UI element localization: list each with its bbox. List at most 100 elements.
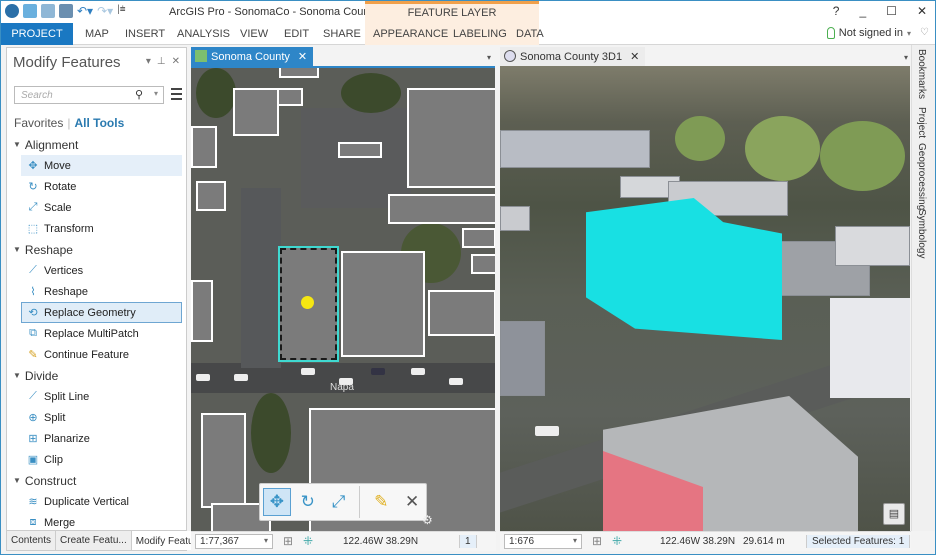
building-footprint[interactable]: [191, 126, 217, 168]
building-footprint[interactable]: [471, 254, 495, 274]
building-footprint[interactable]: [279, 68, 319, 78]
search-options-chevron-icon[interactable]: ▾: [154, 89, 158, 98]
tab-sonoma-county-3d[interactable]: Sonoma County 3D1 ✕: [500, 47, 646, 66]
building-footprint[interactable]: [279, 88, 303, 106]
close-pane-icon[interactable]: ✕: [172, 56, 180, 67]
group-divide[interactable]: ▼ Divide: [7, 365, 186, 386]
building-footprint[interactable]: [191, 280, 213, 342]
scale-tool-button[interactable]: ⤢: [325, 488, 353, 516]
feedback-heart-icon[interactable]: ♡: [920, 27, 929, 38]
add-grid-icon[interactable]: ⊞: [592, 534, 602, 548]
tool-vertices[interactable]: ⟋ Vertices: [21, 260, 182, 281]
building-3d[interactable]: [830, 298, 910, 398]
search-icon[interactable]: ⚲: [135, 88, 143, 101]
toolbar-options-gear-icon[interactable]: ⚙: [422, 513, 433, 527]
tool-split-line[interactable]: ⟋ Split Line: [21, 386, 182, 407]
maximize-button[interactable]: ☐: [886, 4, 897, 18]
dock-tab-bookmarks[interactable]: Bookmarks: [916, 49, 927, 99]
tool-split[interactable]: ⊕ Split: [21, 407, 182, 428]
tab-contents[interactable]: Contents: [7, 531, 57, 550]
scale-selector[interactable]: 1:676 ▾: [504, 534, 582, 549]
group-alignment[interactable]: ▼ Alignment: [7, 134, 186, 155]
undo-icon[interactable]: ↶▾: [77, 4, 93, 18]
tab-create-features[interactable]: Create Featu...: [56, 531, 132, 550]
building-footprint[interactable]: [341, 251, 425, 357]
filter-favorites[interactable]: Favorites: [14, 116, 63, 130]
menu-icon[interactable]: [171, 88, 182, 100]
group-construct[interactable]: ▼ Construct: [7, 470, 186, 491]
tool-replace-geometry[interactable]: ⟲ Replace Geometry: [21, 302, 182, 323]
building-footprint[interactable]: [196, 181, 226, 211]
building-3d[interactable]: [835, 226, 910, 266]
tab-insert[interactable]: INSERT: [125, 28, 165, 40]
scene-view-3d[interactable]: ▤: [500, 66, 910, 531]
tab-data[interactable]: DATA: [516, 28, 544, 40]
redo-icon[interactable]: ↷▾: [97, 4, 113, 18]
building-footprint[interactable]: [388, 194, 495, 224]
scale-selector[interactable]: 1:77,367 ▾: [195, 534, 273, 549]
tool-duplicate-vertical[interactable]: ≋ Duplicate Vertical: [21, 491, 182, 512]
save-project-icon[interactable]: [59, 4, 73, 18]
edit-vertices-button[interactable]: ✎: [367, 488, 395, 516]
new-project-icon[interactable]: [23, 4, 37, 18]
scene-navigator-icon[interactable]: ▤: [883, 503, 905, 525]
tab-edit[interactable]: EDIT: [284, 28, 309, 40]
customize-qat-icon[interactable]: |⩧: [117, 4, 125, 18]
selected-features-count[interactable]: Selected Features: 1: [806, 535, 911, 548]
building-footprint[interactable]: [407, 88, 495, 188]
group-reshape[interactable]: ▼ Reshape: [7, 239, 186, 260]
pane-options-icon[interactable]: ▾: [146, 56, 151, 67]
tool-transform[interactable]: ⬚ Transform: [21, 218, 182, 239]
building-footprint[interactable]: [338, 142, 382, 158]
tab-share[interactable]: SHARE: [323, 28, 361, 40]
dock-tab-project[interactable]: Project: [916, 107, 927, 138]
view-list-chevron-icon[interactable]: ▾: [904, 53, 908, 62]
view-list-chevron-icon[interactable]: ▾: [487, 53, 491, 62]
close-icon[interactable]: ✕: [298, 51, 307, 63]
snapping-icon[interactable]: ⁜: [612, 534, 622, 548]
close-button[interactable]: ✕: [917, 4, 927, 18]
tool-scale[interactable]: ⤢ Scale: [21, 197, 182, 218]
tool-planarize[interactable]: ⊞ Planarize: [21, 428, 182, 449]
minimize-button[interactable]: _: [859, 4, 866, 18]
dock-tab-symbology[interactable]: Symbology: [916, 209, 927, 258]
tool-continue-feature[interactable]: ✎ Continue Feature: [21, 344, 182, 365]
tab-appearance[interactable]: APPEARANCE: [373, 28, 448, 40]
rotate-tool-button[interactable]: ↻: [294, 488, 322, 516]
map-view-2d[interactable]: Napa ✥ ↻ ⤢ ✎ ✕ ⚙: [191, 66, 495, 531]
building-footprint[interactable]: [428, 290, 495, 336]
tab-analysis[interactable]: ANALYSIS: [177, 28, 230, 40]
tool-move[interactable]: ✥ Move: [21, 155, 182, 176]
arcgis-logo-icon[interactable]: [5, 4, 19, 18]
move-tool-button[interactable]: ✥: [263, 488, 291, 516]
tool-replace-multipatch[interactable]: ⧉ Replace MultiPatch: [21, 323, 182, 344]
finish-edit-button[interactable]: ✕: [398, 488, 426, 516]
building-footprint[interactable]: [462, 228, 495, 248]
selected-multipatch-building[interactable]: [586, 198, 782, 340]
pin-icon[interactable]: ⊥: [157, 56, 166, 67]
tab-sonoma-county-map[interactable]: Sonoma County ✕: [191, 47, 314, 66]
selection-anchor-marker[interactable]: [301, 296, 314, 309]
building-footprint[interactable]: [201, 413, 246, 508]
building-footprint[interactable]: [233, 88, 279, 136]
add-grid-icon[interactable]: ⊞: [283, 534, 293, 548]
tab-view[interactable]: VIEW: [240, 28, 268, 40]
filter-all-tools[interactable]: All Tools: [74, 116, 124, 130]
dock-tab-geoprocessing[interactable]: Geoprocessing: [916, 143, 927, 210]
sign-in-status[interactable]: Not signed in ▾: [826, 27, 911, 39]
tool-rotate[interactable]: ↻ Rotate: [21, 176, 182, 197]
building-3d-pink[interactable]: [603, 396, 858, 531]
tab-labeling[interactable]: LABELING: [453, 28, 507, 40]
snapping-icon[interactable]: ⁜: [303, 534, 313, 548]
building-3d[interactable]: [500, 130, 650, 168]
tab-project[interactable]: PROJECT: [1, 23, 73, 45]
building-3d[interactable]: [500, 206, 530, 231]
close-icon[interactable]: ✕: [630, 51, 639, 63]
building-3d[interactable]: [500, 321, 545, 396]
tool-search-input[interactable]: Search ⚲ ▾: [14, 86, 164, 104]
tool-clip[interactable]: ▣ Clip: [21, 449, 182, 470]
selected-count[interactable]: 1: [459, 535, 477, 548]
tab-map[interactable]: MAP: [85, 28, 109, 40]
tool-reshape[interactable]: ⌇ Reshape: [21, 281, 182, 302]
open-project-icon[interactable]: [41, 4, 55, 18]
